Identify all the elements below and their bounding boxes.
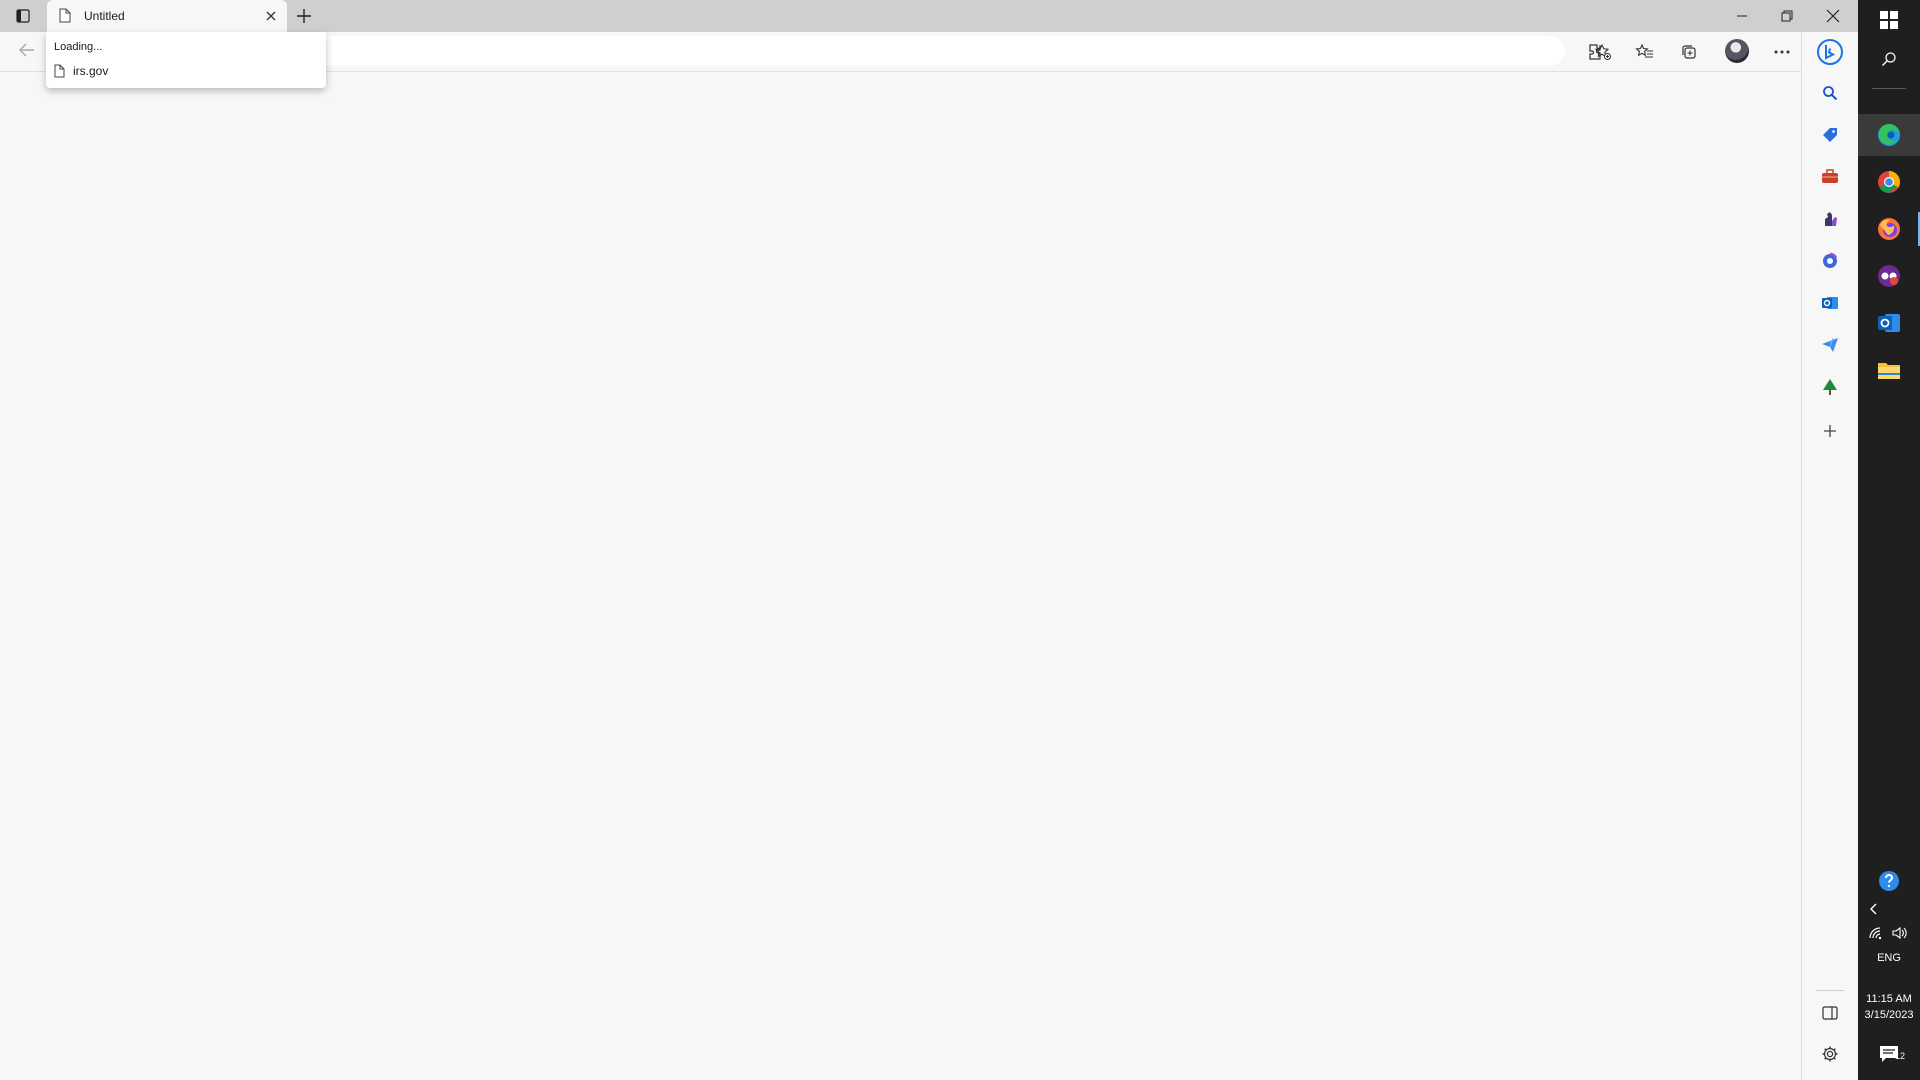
tab-title: Untitled xyxy=(84,9,125,23)
search-icon[interactable] xyxy=(1819,82,1841,104)
suggestion-text: irs.gov xyxy=(73,64,109,78)
file-explorer-icon[interactable] xyxy=(1873,354,1905,386)
tab-actions-menu-icon[interactable] xyxy=(11,6,35,26)
notification-count: 12 xyxy=(1895,1051,1906,1061)
restore-button[interactable] xyxy=(1775,6,1799,26)
input-language[interactable]: ENG xyxy=(1858,952,1920,964)
favorites-icon[interactable] xyxy=(1634,41,1656,63)
games-icon[interactable] xyxy=(1819,208,1841,230)
tools-icon[interactable] xyxy=(1819,166,1841,188)
new-tab-button[interactable] xyxy=(293,6,315,26)
shopping-icon[interactable] xyxy=(1819,124,1841,146)
clock-time[interactable]: 11:15 AM xyxy=(1858,993,1920,1005)
outlook-icon[interactable] xyxy=(1873,307,1905,339)
back-arrow-icon[interactable] xyxy=(17,41,37,59)
outlook-icon[interactable] xyxy=(1819,292,1841,314)
collections-icon[interactable] xyxy=(1678,41,1700,63)
tab-strip: Untitled xyxy=(0,0,1858,32)
taskbar-divider xyxy=(1872,88,1906,89)
sidebar-divider xyxy=(1816,990,1844,991)
extensions-icon[interactable] xyxy=(1585,41,1607,63)
tor-browser-icon[interactable] xyxy=(1873,260,1905,292)
page-icon xyxy=(59,8,71,23)
edge-sidebar xyxy=(1801,32,1859,1080)
address-suggestions-dropdown: Loading... irs.gov xyxy=(46,32,326,88)
split-screen-icon[interactable] xyxy=(1819,1002,1841,1024)
add-icon[interactable] xyxy=(1819,420,1841,442)
chrome-icon[interactable] xyxy=(1873,166,1905,198)
clock-date[interactable]: 3/15/2023 xyxy=(1858,1009,1920,1021)
bing-chat-icon[interactable] xyxy=(1816,38,1844,66)
network-icon[interactable] xyxy=(1864,917,1888,949)
suggestion-item[interactable]: irs.gov xyxy=(54,62,108,80)
page-icon xyxy=(54,64,65,78)
loading-status: Loading... xyxy=(54,41,103,53)
tab-untitled[interactable]: Untitled xyxy=(47,0,287,32)
profile-avatar[interactable] xyxy=(1725,39,1749,63)
windows-start-icon[interactable] xyxy=(1873,4,1905,36)
tree-icon[interactable] xyxy=(1819,376,1841,398)
volume-icon[interactable] xyxy=(1888,917,1912,949)
edge-icon[interactable] xyxy=(1873,119,1905,151)
search-icon[interactable] xyxy=(1873,43,1905,75)
firefox-icon[interactable] xyxy=(1873,213,1905,245)
taskbar: ENG 11:15 AM 3/15/2023 12 xyxy=(1858,0,1920,1080)
drop-icon[interactable] xyxy=(1819,334,1841,356)
close-tab-icon[interactable] xyxy=(263,8,279,24)
more-options-icon[interactable] xyxy=(1771,41,1793,63)
microsoft-365-icon[interactable] xyxy=(1819,250,1841,272)
minimize-button[interactable] xyxy=(1730,6,1754,26)
close-window-button[interactable] xyxy=(1821,6,1845,26)
settings-icon[interactable] xyxy=(1819,1043,1841,1065)
